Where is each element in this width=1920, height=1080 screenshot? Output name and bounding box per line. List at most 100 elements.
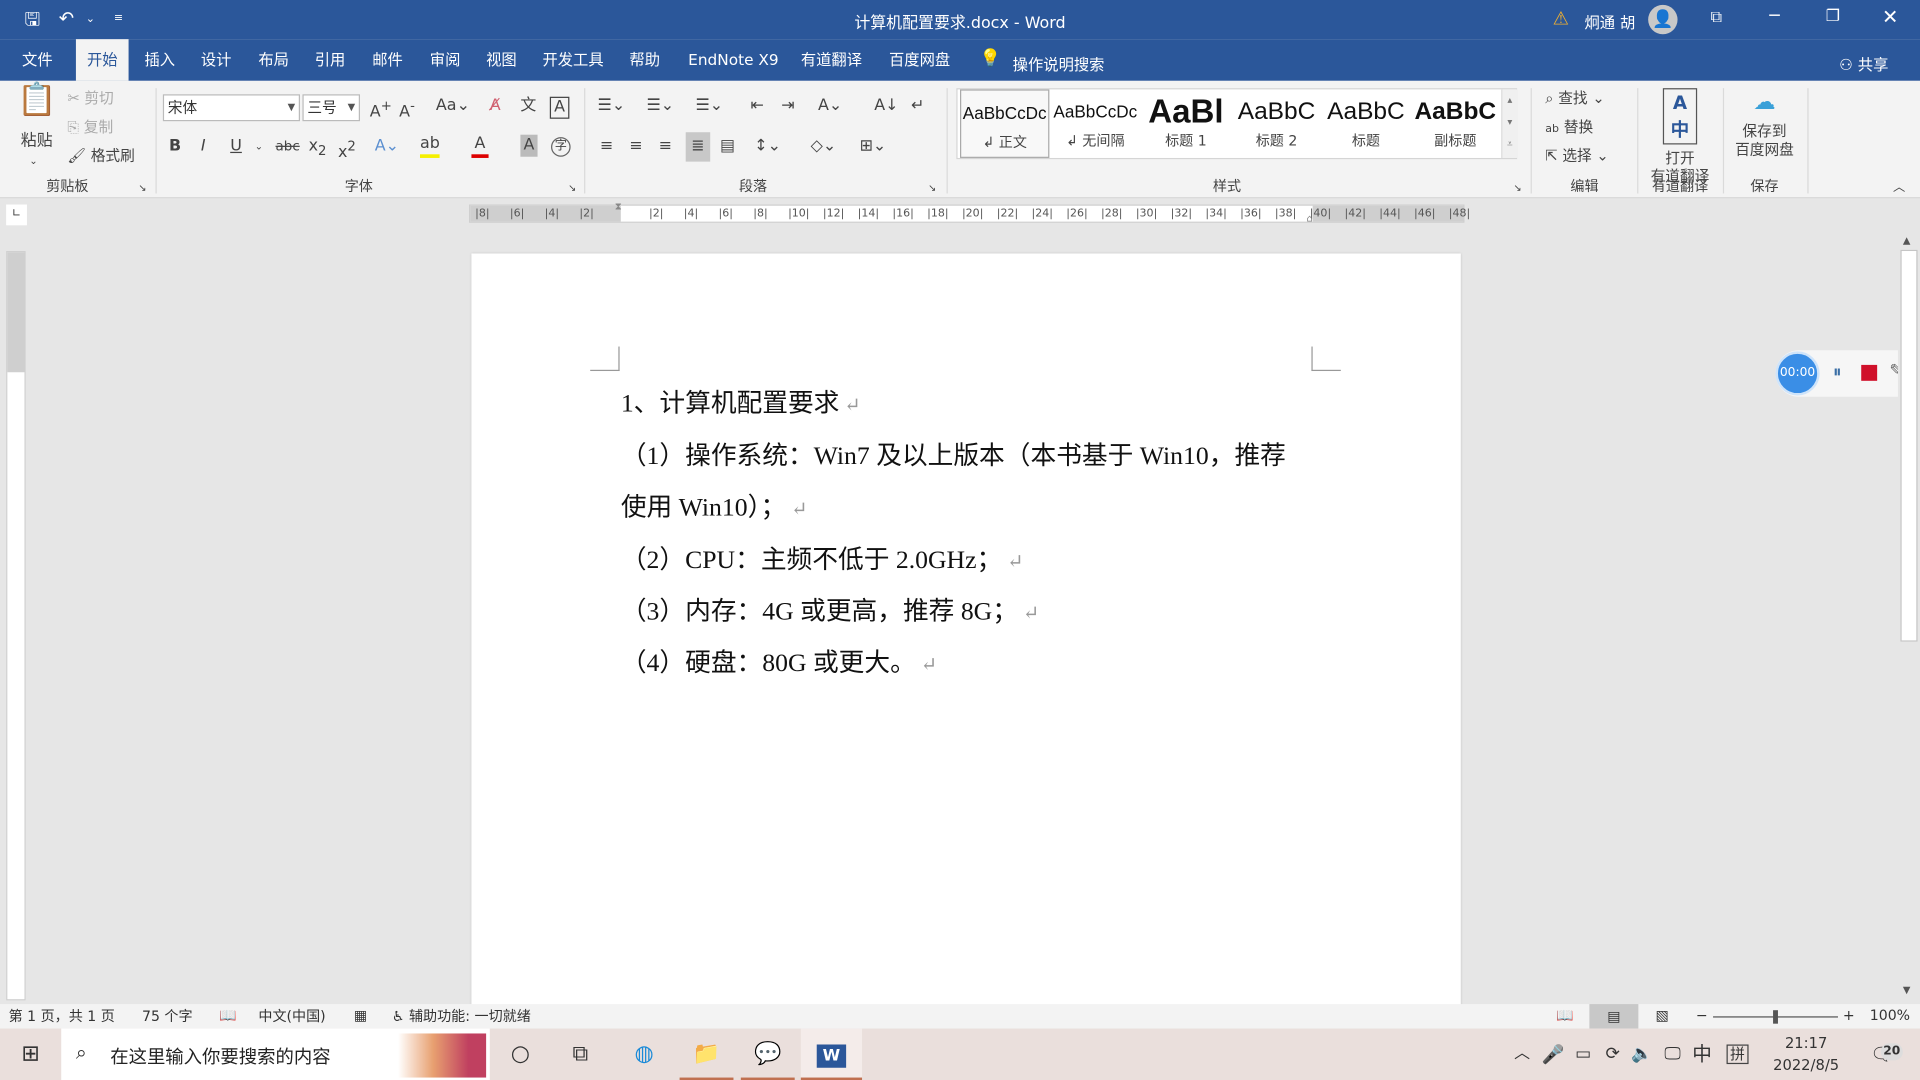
tab-view[interactable]: 视图 [475,39,528,81]
font-size-combo[interactable]: 三号 ▼ [302,94,361,122]
ime-mode[interactable]: 中 [1690,1029,1714,1080]
indent-marker[interactable]: ⧗ [615,201,622,213]
doc-heading[interactable]: 1、计算机配置要求 ↵ [621,383,861,420]
macro-icon[interactable]: ▦ [354,1007,367,1024]
doc-paragraph[interactable]: （4）硬盘：80G 或更大。 ↵ [621,643,937,680]
recorder-timer[interactable]: 00:00 [1775,351,1820,396]
phonetic-guide-icon[interactable]: 文 [520,94,536,118]
align-center-icon[interactable]: ≡ [629,135,642,159]
clock[interactable]: 21:17 2022/8/5 [1763,1032,1849,1076]
word-taskbar-icon[interactable]: W [800,1028,863,1080]
replace-button[interactable]: ab 替换 [1545,115,1593,142]
bullets-icon[interactable]: ☰⌄ [598,94,626,118]
print-layout-icon[interactable]: ▤ [1589,1004,1639,1029]
justify-icon[interactable]: ≣ [685,132,711,162]
collapse-ribbon-icon[interactable]: ︿ [1893,176,1905,200]
decrease-indent-icon[interactable]: ⇤ [751,94,764,118]
show-hidden-icons[interactable]: ︿ [1511,1029,1533,1080]
scroll-down-icon[interactable]: ▾ [1502,111,1517,133]
character-border-icon[interactable]: A [549,96,570,119]
windows-start-icon[interactable]: ⊞ [10,1029,52,1080]
multilevel-list-icon[interactable]: ☰⌄ [696,94,724,118]
paste-icon[interactable]: 📋 [17,84,57,130]
pause-icon[interactable]: ⏸ [1833,362,1842,382]
tab-baidu[interactable]: 百度网盘 [878,39,961,81]
zoom-in-icon[interactable]: + [1843,1007,1855,1024]
word-count[interactable]: 75 个字 [142,1007,193,1027]
tab-help[interactable]: 帮助 [618,39,671,81]
close-icon[interactable]: ✕ [1882,5,1898,28]
tab-selector[interactable]: ∟ [6,204,27,226]
vertical-scrollbar[interactable]: ▲ ▼ [1897,232,1920,1005]
font-name-combo[interactable]: 宋体 ▼ [162,94,301,122]
align-right-icon[interactable]: ≡ [659,135,672,159]
asian-layout-icon[interactable]: A⌄ [818,94,842,118]
character-shading-icon[interactable]: A [520,134,538,157]
user-name[interactable]: 炯通 胡 [1584,10,1635,33]
accessibility-status[interactable]: ♿ 辅助功能: 一切就绪 [392,1007,531,1027]
clear-formatting-icon[interactable]: A̸ [490,94,501,118]
zoom-level[interactable]: 100% [1870,1007,1910,1024]
dialog-launcher-icon[interactable]: ↘ [138,176,146,200]
minimize-icon[interactable]: ─ [1769,6,1779,26]
tab-file[interactable]: 文件 [11,39,64,81]
doc-paragraph[interactable]: （1）操作系统：Win7 及以上版本（本书基于 Win10，推荐 [621,436,1286,473]
style-title[interactable]: AaBbC 标题 [1321,89,1410,158]
increase-indent-icon[interactable]: ⇥ [781,94,794,118]
wechat-icon[interactable]: 💬 [740,1029,795,1080]
shading-icon[interactable]: ◇⌄ [811,135,837,159]
select-button[interactable]: ⇱ 选择 ⌄ [1545,143,1608,167]
italic-icon[interactable]: I [201,135,206,159]
lightbulb-icon[interactable]: 💡 [980,49,1001,69]
shrink-font-icon[interactable]: A- [399,94,415,125]
numbering-icon[interactable]: ☰⌄ [647,94,675,118]
enclose-characters-icon[interactable]: 字 [551,137,571,157]
sync-icon[interactable]: ⟳ [1600,1029,1624,1080]
tell-me-search[interactable]: 操作说明搜索 [1013,51,1105,74]
dialog-launcher-icon[interactable]: ↘ [568,176,576,200]
scroll-up-icon[interactable]: ▲ [1903,235,1911,246]
text-effects-icon[interactable]: A⌄ [375,135,399,159]
tab-mailings[interactable]: 邮件 [361,39,414,81]
zoom-out-icon[interactable]: − [1696,1007,1708,1024]
change-case-icon[interactable]: Aa⌄ [436,94,470,118]
distributed-icon[interactable]: ▤ [720,135,735,159]
language[interactable]: 中文(中国) [258,1007,325,1027]
borders-icon[interactable]: ⊞⌄ [860,135,887,159]
zoom-slider-thumb[interactable] [1773,1010,1778,1024]
right-indent-marker[interactable]: ⌂ [1307,213,1313,224]
paste-dropdown-icon[interactable]: ⌄ [29,149,37,173]
avatar[interactable]: 👤 [1648,4,1678,35]
copy-button[interactable]: ⎘ 复制 [67,115,113,139]
cortana-icon[interactable]: ○ [500,1029,542,1080]
styles-scroll[interactable]: ▴ ▾ ⩡ [1501,89,1518,158]
tab-youdao[interactable]: 有道翻译 [790,39,873,81]
cut-button[interactable]: ✂ 剪切 [67,86,113,110]
volume-icon[interactable]: 🔈 [1631,1029,1653,1080]
tab-layout[interactable]: 布局 [247,39,300,81]
open-youdao-button[interactable]: A中 打开 有道翻译 [1641,88,1719,185]
file-explorer-icon[interactable]: 📁 [679,1029,734,1080]
notifications-icon[interactable]: 🗨20 [1864,1029,1903,1080]
share-button[interactable]: ⚇ 共享 [1839,51,1888,74]
ribbon-display-options-icon[interactable]: ⧉ [1711,9,1722,27]
tab-developer[interactable]: 开发工具 [531,39,614,81]
dialog-launcher-icon[interactable]: ↘ [1513,176,1521,200]
underline-dropdown-icon[interactable]: ⌄ [255,135,263,159]
highlight-icon[interactable]: ab [420,135,440,158]
warning-icon[interactable]: ⚠ [1553,7,1569,29]
doc-paragraph[interactable]: （2）CPU：主频不低于 2.0GHz； ↵ [621,540,1024,577]
more-styles-icon[interactable]: ⩡ [1502,133,1517,155]
style-no-spacing[interactable]: AaBbCcDc ↲ 无间隔 [1051,89,1140,158]
find-button[interactable]: ⌕ 查找 ⌄ [1545,86,1604,110]
zoom-slider[interactable] [1713,1010,1838,1024]
sort-icon[interactable]: A↓ [874,94,898,118]
task-view-icon[interactable]: ⧉ [560,1029,602,1080]
restore-icon[interactable]: ❐ [1826,7,1840,25]
document-page[interactable]: 1、计算机配置要求 ↵ （1）操作系统：Win7 及以上版本（本书基于 Win10… [471,253,1461,1013]
edge-icon[interactable]: ◍ [622,1029,666,1080]
doc-paragraph[interactable]: 使用 Win10）； ↵ [621,487,808,524]
format-painter-button[interactable]: 🖌 格式刷 [67,143,134,167]
page-count[interactable]: 第 1 页，共 1 页 [9,1007,115,1027]
tab-review[interactable]: 审阅 [419,39,472,81]
